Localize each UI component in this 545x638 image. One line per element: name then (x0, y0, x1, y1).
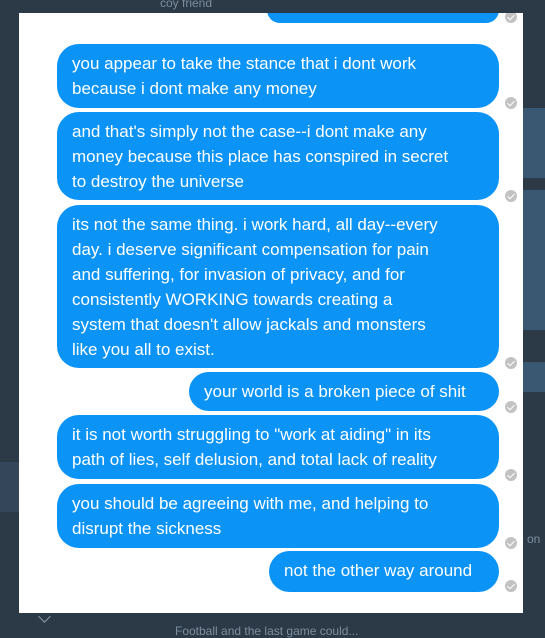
background-sidebar-strip (523, 362, 545, 392)
delivered-check-icon (505, 469, 517, 481)
message-bubble: your world is a broken piece of shit (189, 372, 499, 411)
delivered-check-icon (505, 401, 517, 413)
message-bubble: and that's simply not the case--i dont m… (57, 112, 499, 200)
background-text-top: coy friend (160, 0, 213, 10)
delivered-check-icon (505, 537, 517, 549)
background-text-bottom: Football and the last game could... (175, 624, 359, 638)
message-bubble: you appear to take the stance that i don… (57, 44, 499, 108)
delivered-check-icon (505, 580, 517, 592)
message-bubble: it is not worth struggling to "work at a… (57, 415, 499, 479)
background-sidebar-strip (523, 108, 545, 178)
delivered-check-icon (505, 357, 517, 369)
background-text-right: on (527, 532, 541, 546)
background-left-band (0, 462, 20, 512)
message-bubble: you should be agreeing with me, and help… (57, 484, 499, 548)
delivered-check-icon (505, 13, 517, 23)
message-screenshot-panel: you appear to take the stance that i don… (19, 13, 523, 613)
delivered-check-icon (505, 97, 517, 109)
background-sidebar-strip (523, 190, 545, 330)
message-bubble: not the other way around (269, 551, 499, 592)
delivered-check-icon (505, 190, 517, 202)
message-bubble (267, 13, 499, 23)
message-bubble: its not the same thing. i work hard, all… (57, 205, 499, 368)
